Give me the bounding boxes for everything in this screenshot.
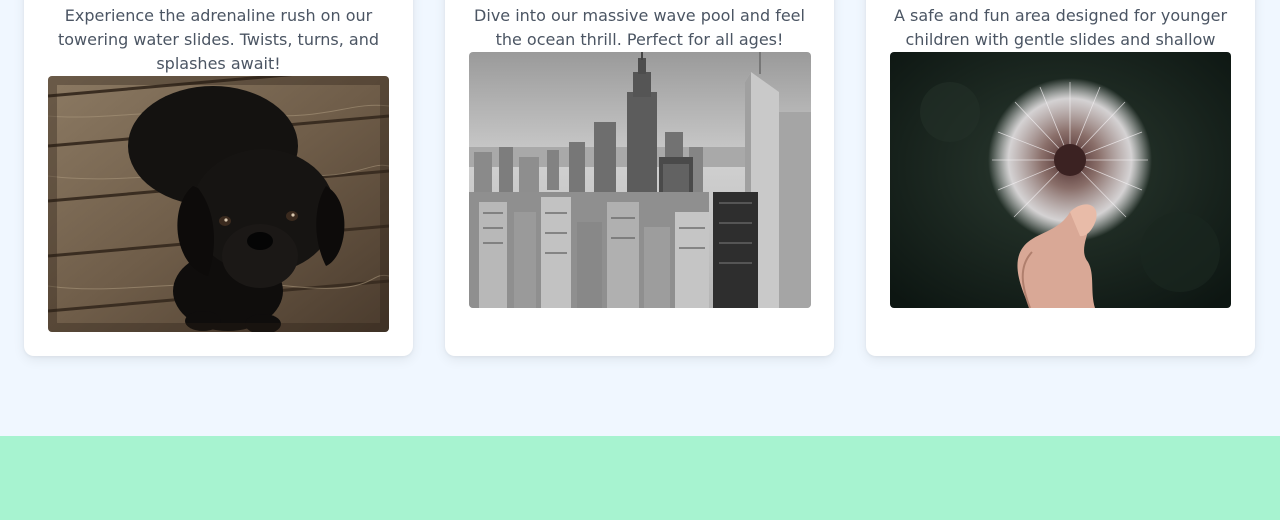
feature-card-wave-pool: Dive into our massive wave pool and feel… <box>445 0 834 356</box>
city-skyline-photo-icon <box>469 52 811 308</box>
card-description: Experience the adrenaline rush on our to… <box>48 0 389 76</box>
dandelion-photo-icon <box>890 52 1231 308</box>
card-description: A safe and fun area designed for younger… <box>890 0 1231 73</box>
feature-cards: Experience the adrenaline rush on our to… <box>24 0 1256 356</box>
dandelion-image <box>890 52 1231 308</box>
card-description: Dive into our massive wave pool and feel… <box>469 0 810 52</box>
feature-card-water-slides: Experience the adrenaline rush on our to… <box>24 0 413 356</box>
city-skyline-image <box>469 52 811 308</box>
footer-band <box>0 436 1280 520</box>
feature-card-kids-area: A safe and fun area designed for younger… <box>866 0 1255 356</box>
card-description-text: Experience the adrenaline rush on our to… <box>57 6 380 73</box>
black-puppy-photo-icon <box>48 76 389 332</box>
card-description-text: Dive into our massive wave pool and feel… <box>474 6 805 49</box>
black-puppy-image <box>48 76 389 332</box>
